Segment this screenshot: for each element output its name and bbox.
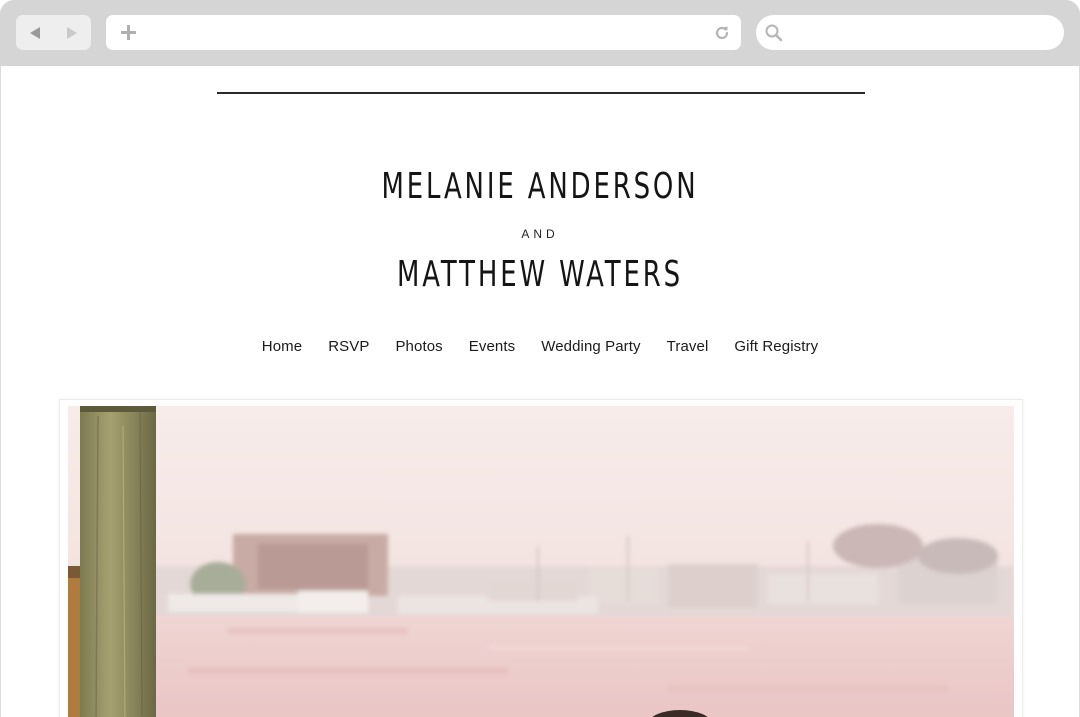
- back-arrow-icon: [29, 26, 40, 39]
- nav-home[interactable]: Home: [262, 338, 302, 355]
- plus-icon[interactable]: [121, 25, 136, 40]
- nav-events[interactable]: Events: [469, 338, 515, 355]
- hero-photo: [68, 406, 1014, 717]
- nav-wedding-party[interactable]: Wedding Party: [541, 338, 640, 355]
- nav-travel[interactable]: Travel: [667, 338, 709, 355]
- groom-name: MATTHEW WATERS: [397, 254, 683, 295]
- history-buttons: [16, 15, 91, 50]
- bride-name: MELANIE ANDERSON: [381, 166, 699, 207]
- search-icon: [765, 24, 783, 42]
- browser-toolbar: [0, 0, 1080, 66]
- site-navigation: Home RSVP Photos Events Wedding Party Tr…: [1, 338, 1079, 355]
- nav-photos[interactable]: Photos: [395, 338, 442, 355]
- back-button[interactable]: [16, 15, 53, 50]
- nav-gift-registry[interactable]: Gift Registry: [734, 338, 818, 355]
- forward-arrow-icon: [66, 26, 77, 39]
- names-connector: AND: [521, 227, 559, 241]
- forward-button[interactable]: [53, 15, 90, 50]
- reload-icon[interactable]: [713, 24, 731, 42]
- nav-rsvp[interactable]: RSVP: [328, 338, 369, 355]
- address-bar[interactable]: [106, 15, 741, 50]
- harbor-photo: [68, 406, 1014, 717]
- hero-photo-frame: [59, 399, 1023, 717]
- search-bar[interactable]: [756, 15, 1064, 50]
- header-divider: [217, 92, 865, 94]
- page-viewport: MELANIE ANDERSON AND MATTHEW WATERS Home…: [0, 66, 1080, 717]
